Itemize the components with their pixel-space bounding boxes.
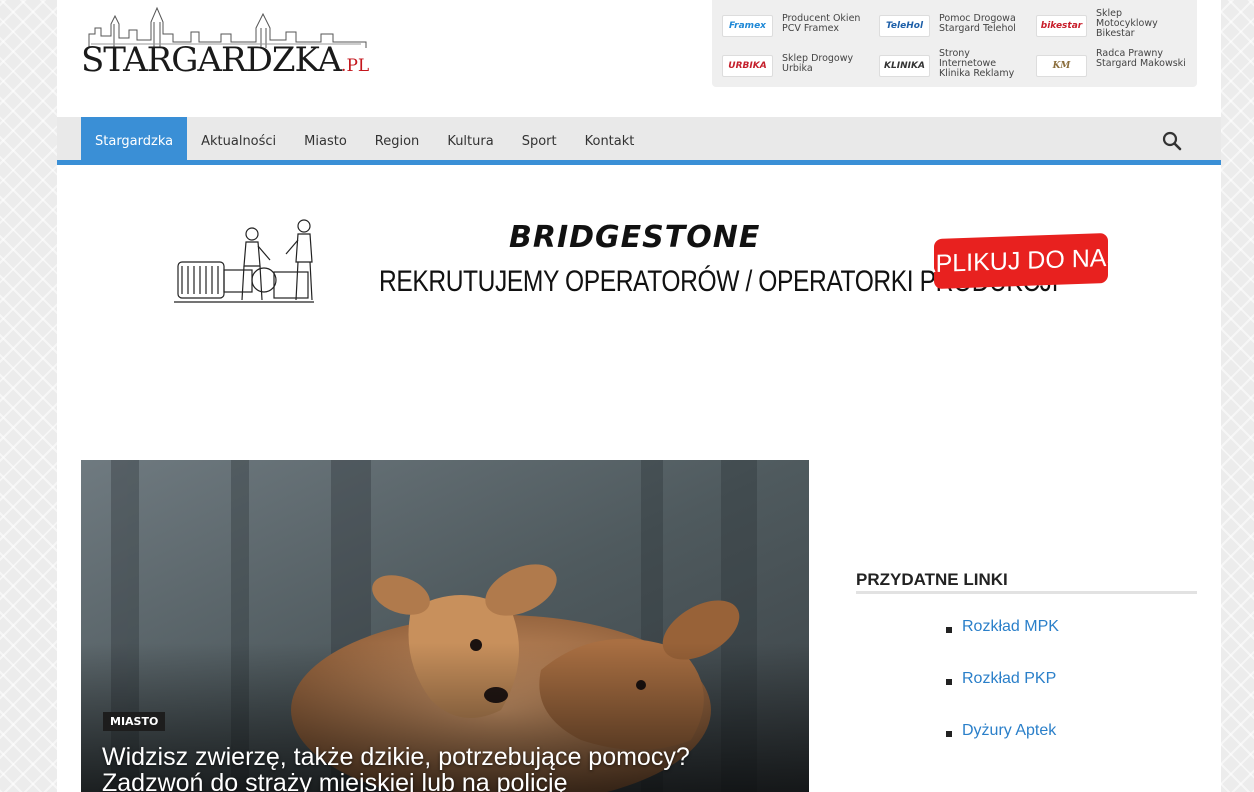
- partner-logo: KM: [1036, 55, 1087, 77]
- partner-makowski[interactable]: KM Radca Prawny Stargard Makowski: [1036, 48, 1186, 80]
- partners-bar: Framex Producent Okien PCV Framex TeleHo…: [712, 0, 1197, 87]
- partner-name: Radca Prawny Stargard Makowski: [1096, 48, 1186, 69]
- site-logo[interactable]: Stargardzka.pl: [81, 4, 371, 80]
- partner-telehol[interactable]: TeleHol Pomoc Drogowa Stargard Telehol: [879, 10, 1029, 40]
- partner-logo: TeleHol: [879, 15, 930, 37]
- nav-item-region[interactable]: Region: [361, 117, 434, 165]
- partner-logo: Framex: [722, 15, 773, 37]
- partner-name: Strony Internetowe Klinika Reklamy: [939, 48, 1015, 79]
- link-dyzury-aptek[interactable]: Dyżury Aptek: [962, 722, 1056, 739]
- page-container: Stargardzka.pl Framex Producent Okien PC…: [57, 0, 1221, 792]
- link-rozklad-mpk[interactable]: Rozkład MPK: [962, 618, 1059, 635]
- brand-logo: BRIDGESTONE: [509, 220, 761, 255]
- ad-banner[interactable]: BRIDGESTONE REKRUTUJEMY OPERATORÓW / OPE…: [157, 210, 1137, 310]
- partner-klinika[interactable]: KLINIKA Strony Internetowe Klinika Rekla…: [879, 48, 1029, 80]
- partner-logo: bikestar: [1036, 15, 1087, 37]
- apply-button[interactable]: APLIKUJ DO NAS: [919, 232, 1123, 290]
- partner-name: Sklep Drogowy Urbika: [782, 53, 854, 74]
- link-rozklad-pkp[interactable]: Rozkład PKP: [962, 670, 1056, 687]
- nav-item-sport[interactable]: Sport: [508, 117, 571, 165]
- partner-name: Sklep Motocyklowy Bikestar: [1096, 8, 1158, 39]
- partner-logo: URBIKA: [722, 55, 773, 77]
- partner-logo: KLINIKA: [879, 55, 930, 77]
- useful-links-list: Rozkład MPK Rozkład PKP Dyżury Aptek: [946, 618, 1059, 774]
- category-badge[interactable]: MIASTO: [103, 712, 166, 731]
- list-item: Rozkład PKP: [946, 670, 1059, 722]
- partner-bikestar[interactable]: bikestar Sklep Motocyklowy Bikestar: [1036, 8, 1186, 40]
- nav-item-stargardzka[interactable]: Stargardzka: [81, 117, 188, 165]
- logo-wordmark: Stargardzka.pl: [81, 40, 370, 80]
- partner-urbika[interactable]: URBIKA Sklep Drogowy Urbika: [722, 50, 872, 80]
- nav-item-kultura[interactable]: Kultura: [433, 117, 507, 165]
- featured-title[interactable]: Widzisz zwierzę, także dzikie, potrzebuj…: [102, 744, 782, 792]
- partner-framex[interactable]: Framex Producent Okien PCV Framex: [722, 10, 872, 40]
- widget-title: PRZYDATNE LINKI: [856, 570, 1197, 594]
- partner-name: Pomoc Drogowa Stargard Telehol: [939, 13, 1016, 34]
- nav-item-kontakt[interactable]: Kontakt: [571, 117, 649, 165]
- main-navbar: Stargardzka Aktualności Miasto Region Ku…: [57, 117, 1221, 165]
- featured-article[interactable]: MIASTO Widzisz zwierzę, także dzikie, po…: [81, 460, 809, 792]
- list-item: Dyżury Aptek: [946, 722, 1059, 774]
- list-item: Rozkład MPK: [946, 618, 1059, 670]
- nav-item-miasto[interactable]: Miasto: [290, 117, 361, 165]
- factory-machine-illustration: [174, 219, 314, 303]
- partner-name: Producent Okien PCV Framex: [782, 13, 861, 34]
- nav-item-aktualnosci[interactable]: Aktualności: [187, 117, 290, 165]
- search-icon[interactable]: [1161, 130, 1183, 152]
